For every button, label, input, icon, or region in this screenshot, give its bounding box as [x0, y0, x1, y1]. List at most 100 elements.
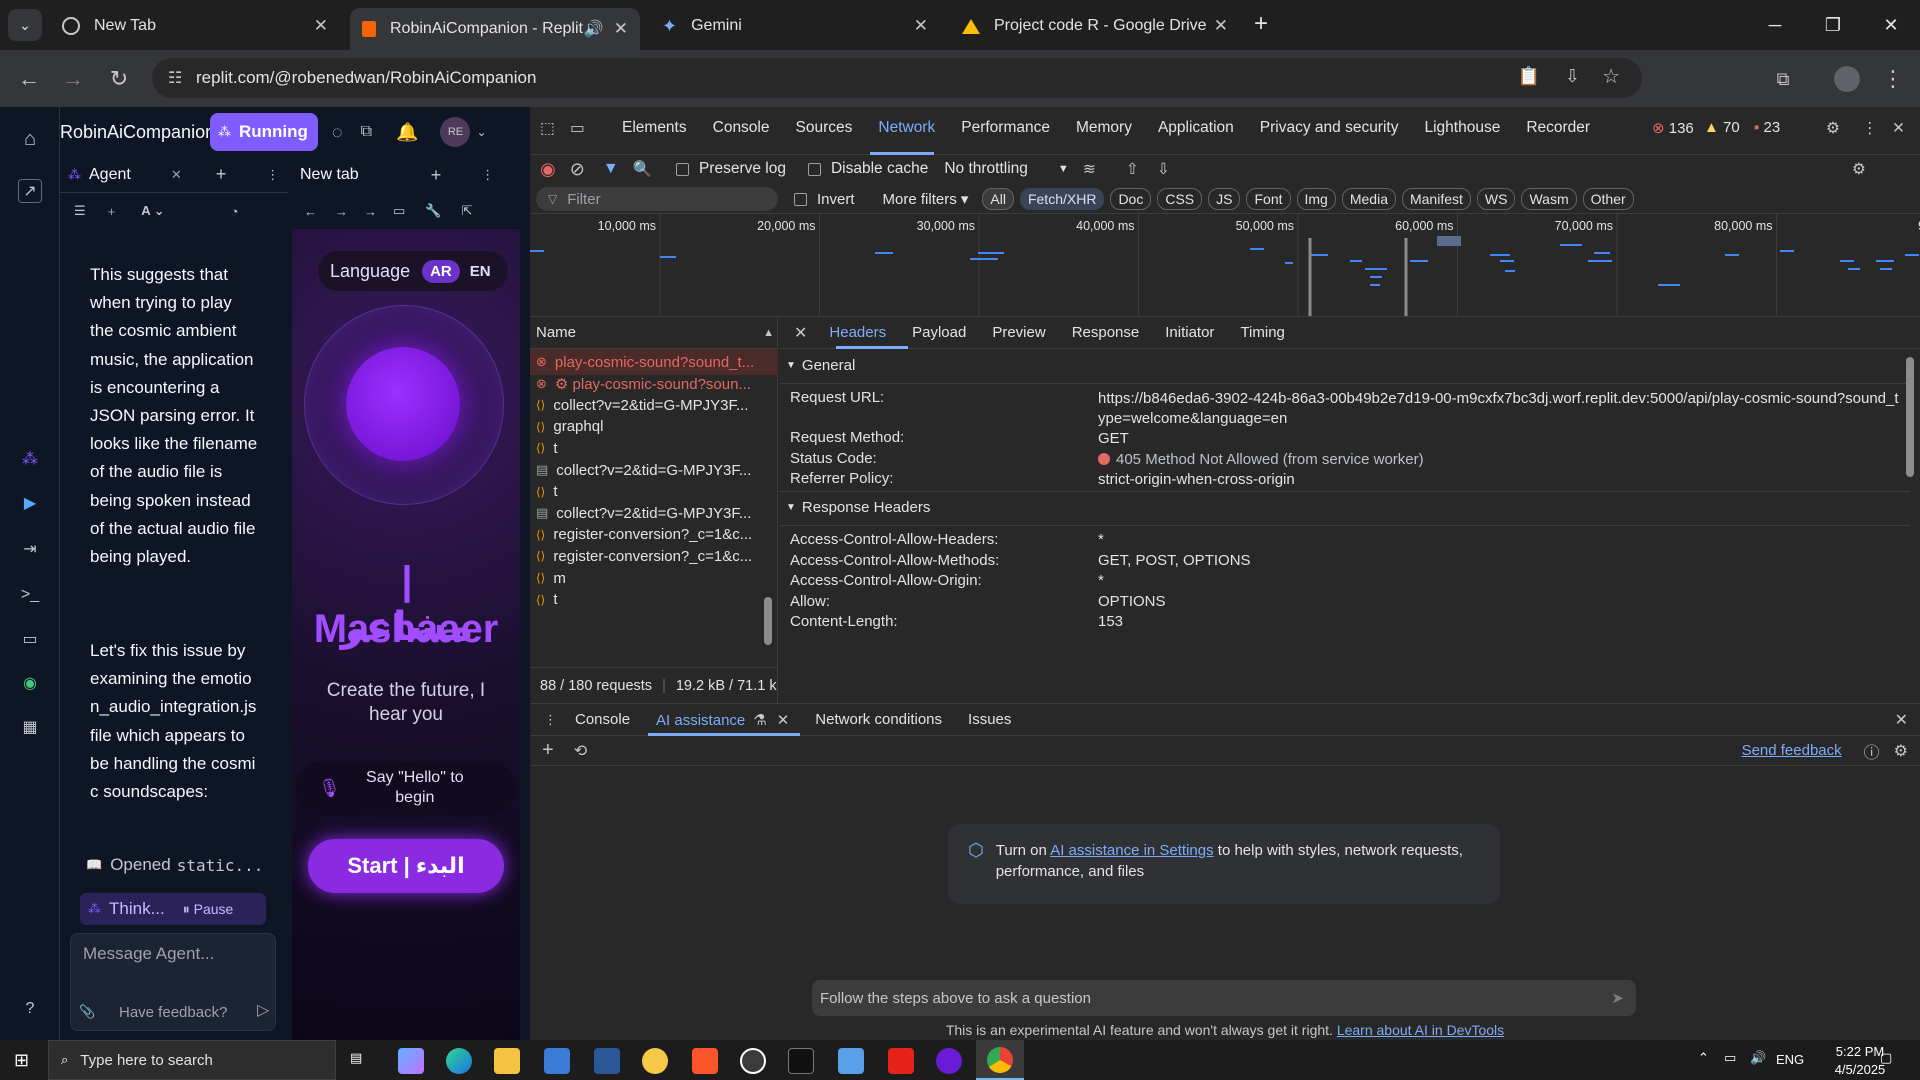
task-view-icon[interactable]: ▤ [350, 1050, 362, 1066]
address-bar[interactable]: ☷ replit.com/@robenedwan/RobinAiCompanio… [152, 58, 1642, 98]
record-icon[interactable]: ◉ [540, 159, 556, 180]
network-conditions-icon[interactable]: ≋ [1083, 160, 1096, 179]
store-icon[interactable] [544, 1048, 570, 1074]
throttling-select[interactable]: No throttling [944, 160, 1028, 178]
device-toolbar-icon[interactable]: ▭ [570, 119, 585, 138]
youtube-icon[interactable] [888, 1048, 914, 1074]
minimize-button[interactable]: ─ [1752, 10, 1798, 40]
close-devtools-icon[interactable]: ✕ [1892, 119, 1905, 138]
filter-media[interactable]: Media [1341, 188, 1396, 210]
tab-search-button[interactable]: ⌄ [8, 9, 42, 41]
add-tab-icon[interactable]: + [431, 165, 442, 186]
go-icon[interactable]: → [364, 204, 377, 219]
agent-icon[interactable]: ↗ [18, 179, 42, 203]
send-icon[interactable]: ➤ [1611, 989, 1624, 1007]
close-window-button[interactable]: ✕ [1868, 10, 1914, 40]
settings-gear-icon[interactable]: ⚙ [1826, 119, 1840, 138]
browser-tab-gemini[interactable]: ✦ Gemini ✕ [650, 8, 940, 44]
font-size-icon[interactable]: A ⌄ [141, 203, 164, 219]
warning-count[interactable]: ▲ 70 [1704, 119, 1740, 136]
forward-button[interactable]: → [58, 64, 88, 94]
drawer-tab-console[interactable]: Console [575, 711, 630, 728]
install-app-icon[interactable]: ⇩ [1565, 66, 1580, 87]
notification-center-icon[interactable]: ▢ [1880, 1050, 1892, 1066]
detail-tab-response[interactable]: Response [1072, 324, 1140, 341]
tab-network[interactable]: Network [878, 119, 935, 137]
search-icon[interactable]: 🔍 [633, 160, 652, 179]
close-icon[interactable]: ✕ [171, 167, 182, 183]
browser-tab-replit[interactable]: RobinAiCompanion - Replit 🔊 ✕ [350, 8, 640, 50]
powershell-icon[interactable] [594, 1048, 620, 1074]
output-icon[interactable]: ⇥ [18, 537, 42, 561]
name-column-header[interactable]: Name ▲ [530, 317, 778, 349]
browser-tab-drive[interactable]: Project code R - Google Drive ✕ [950, 8, 1240, 44]
agent-tool-icon[interactable]: ⁂ [18, 447, 42, 471]
filter-ws[interactable]: WS [1476, 188, 1516, 210]
import-icon[interactable]: ⇧ [1126, 160, 1139, 179]
open-new-window-icon[interactable]: ⇱ [461, 203, 472, 219]
tab-new-tab[interactable]: New tab [300, 166, 359, 184]
chrome-taskbar-button[interactable] [976, 1040, 1024, 1080]
filter-other[interactable]: Other [1582, 188, 1634, 210]
lang-en-button[interactable]: EN [470, 263, 491, 280]
learn-ai-link[interactable]: Learn about AI in DevTools [1337, 1022, 1504, 1038]
filter-all[interactable]: All [982, 188, 1014, 210]
edge-icon[interactable] [446, 1048, 472, 1074]
start-windows-icon[interactable]: ⊞ [14, 1050, 29, 1071]
help-icon[interactable]: ? [18, 997, 42, 1021]
cloud-app-icon[interactable] [838, 1048, 864, 1074]
input-language[interactable]: ENG [1776, 1052, 1804, 1067]
drawer-tab-ai-assistance[interactable]: AI assistance ⚗ ✕ [656, 711, 789, 729]
home-icon[interactable]: ⌂ [18, 127, 42, 151]
general-section-header[interactable]: ▼ General [786, 357, 855, 374]
attach-icon[interactable]: 📎 [79, 1004, 95, 1020]
new-chat-icon[interactable]: + [542, 739, 554, 762]
volume-tray-icon[interactable]: 🔊 [1750, 1050, 1766, 1066]
deploy-icon[interactable]: ▶ [18, 491, 42, 515]
new-tab-button[interactable]: + [1254, 10, 1268, 38]
more-options-icon[interactable]: ⋮ [481, 167, 494, 183]
message-input[interactable]: Message Agent... [83, 944, 214, 964]
filter-css[interactable]: CSS [1157, 188, 1203, 210]
drawer-tab-network-conditions[interactable]: Network conditions [815, 711, 942, 728]
extensions-icon[interactable]: ⧉ [1768, 64, 1798, 94]
speed-icon[interactable]: ◔ [231, 204, 239, 219]
filter-wasm[interactable]: Wasm [1521, 188, 1577, 210]
emotion-orb[interactable] [346, 347, 460, 461]
speaker-icon[interactable]: 🔊 [584, 19, 604, 39]
lang-ar-button[interactable]: AR [422, 259, 460, 283]
send-feedback-link[interactable]: Send feedback [1742, 742, 1842, 759]
message-agent-box[interactable]: Message Agent... 📎 Have feedback? ▷ [70, 933, 276, 1031]
shell-icon[interactable]: >_ [18, 583, 42, 607]
filter-icon[interactable]: ▼ [603, 160, 619, 178]
disable-cache-checkbox[interactable] [807, 162, 821, 176]
ai-settings-icon[interactable]: ⚙ [1894, 741, 1908, 761]
detail-tab-initiator[interactable]: Initiator [1165, 324, 1214, 341]
emoji-app-icon[interactable] [642, 1048, 668, 1074]
close-icon[interactable]: ✕ [314, 16, 328, 36]
tab-recorder[interactable]: Recorder [1526, 119, 1590, 137]
forward-icon[interactable]: → [335, 204, 348, 219]
help-icon[interactable]: ⓘ [1864, 739, 1880, 763]
error-count[interactable]: ⊗ 136 [1652, 119, 1694, 137]
table-row[interactable]: ⟨⟩ t [530, 587, 778, 613]
pause-button[interactable]: ⏸ Pause [183, 901, 234, 918]
reload-button[interactable]: ↻ [104, 64, 134, 94]
drawer-tab-issues[interactable]: Issues [968, 711, 1011, 728]
request-scrollbar[interactable] [764, 597, 772, 645]
inspect-icon[interactable]: ⬚ [540, 119, 555, 138]
network-icon[interactable]: ◉ [18, 671, 42, 695]
filter-js[interactable]: JS [1208, 188, 1241, 210]
clear-icon[interactable]: ⊘ [570, 159, 585, 180]
issue-count[interactable]: ▪ 23 [1754, 119, 1780, 136]
send-icon[interactable]: ▷ [257, 1000, 269, 1020]
devices-icon[interactable]: ▭ [393, 203, 405, 219]
media-app-icon[interactable] [936, 1048, 962, 1074]
clipboard-icon[interactable]: 📋 [1518, 66, 1540, 87]
add-tab-icon[interactable]: + [216, 164, 227, 185]
detail-tab-timing[interactable]: Timing [1240, 324, 1284, 341]
start-button[interactable]: Start | البدء [308, 839, 504, 893]
response-headers-section-header[interactable]: ▼ Response Headers [786, 499, 930, 516]
filter-doc[interactable]: Doc [1110, 188, 1152, 210]
notifications-icon[interactable]: 🔔 [396, 122, 418, 143]
